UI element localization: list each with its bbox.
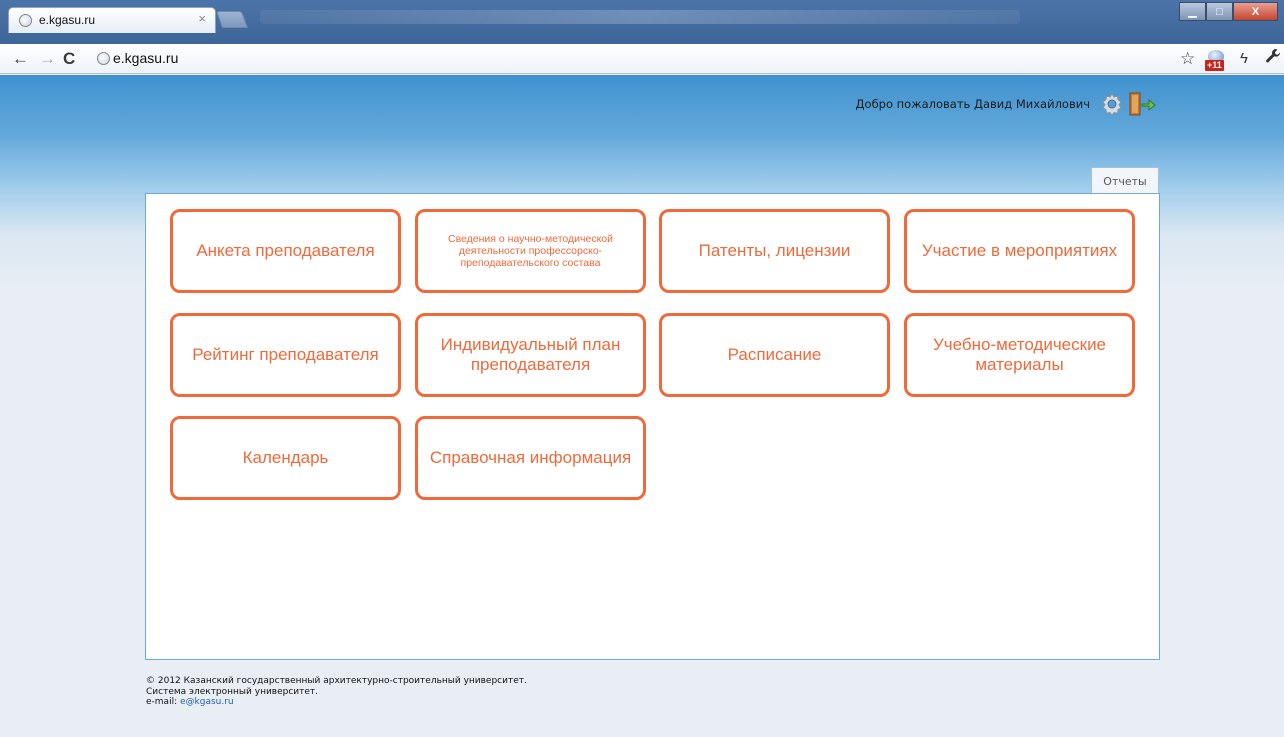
main-panel: Анкета преподавателя Сведения о научно-м… <box>145 193 1160 660</box>
tab-close-button[interactable]: × <box>198 11 206 26</box>
tile-scientific-activity[interactable]: Сведения о научно-методической деятельно… <box>415 209 646 293</box>
back-icon[interactable]: ← <box>12 49 29 69</box>
tab-title: e.kgasu.ru <box>39 13 96 27</box>
logout-icon[interactable] <box>1128 91 1158 117</box>
footer: © 2012 Казанский государственный архитек… <box>146 676 527 708</box>
flash-icon[interactable]: ϟ <box>1240 48 1248 70</box>
tile-individual-plan[interactable]: Индивидуальный план преподавателя <box>415 313 646 397</box>
minimize-button[interactable]: ▁ <box>1179 2 1206 21</box>
tile-events-participation[interactable]: Участие в мероприятиях <box>904 209 1135 293</box>
reload-icon[interactable]: C <box>63 49 75 69</box>
tile-teaching-materials[interactable]: Учебно-методические материалы <box>904 313 1135 397</box>
window-controls: ▁ □ X <box>1179 2 1278 21</box>
tab-reports[interactable]: Отчеты <box>1091 167 1159 194</box>
bookmark-star-icon[interactable]: ☆ <box>1180 48 1195 70</box>
close-window-button[interactable]: X <box>1233 2 1278 21</box>
new-tab-button[interactable] <box>215 11 249 28</box>
browser-toolbar: ← → C e.kgasu.ru ☆ +11 ϟ <box>0 44 1284 74</box>
browser-tab[interactable]: e.kgasu.ru × <box>8 7 216 33</box>
extension-icon[interactable]: +11 <box>1205 49 1229 71</box>
globe-icon <box>19 14 32 27</box>
tile-teacher-profile[interactable]: Анкета преподавателя <box>170 209 401 293</box>
welcome-text: Добро пожаловать Давид Михайлович <box>855 97 1090 111</box>
footer-copyright: © 2012 Казанский государственный архитек… <box>146 676 527 686</box>
gear-icon[interactable] <box>1100 92 1124 117</box>
globe-icon <box>97 52 110 65</box>
maximize-button[interactable]: □ <box>1206 2 1233 21</box>
extension-badge: +11 <box>1205 60 1224 71</box>
browser-tabstrip: e.kgasu.ru × ▁ □ X <box>0 0 1284 44</box>
forward-icon[interactable]: → <box>39 49 56 69</box>
tile-teacher-rating[interactable]: Рейтинг преподавателя <box>170 313 401 397</box>
footer-email-link[interactable]: e@kgasu.ru <box>180 697 234 707</box>
footer-email-label: e-mail: <box>146 697 178 707</box>
wrench-icon[interactable] <box>1265 48 1281 71</box>
user-header: Добро пожаловать Давид Михайлович <box>856 91 1158 117</box>
tile-patents-licenses[interactable]: Патенты, лицензии <box>659 209 890 293</box>
footer-system: Система электронный университет. <box>146 686 319 697</box>
footer-email-line: e-mail: e@kgasu.ru <box>146 697 527 708</box>
tile-reference-info[interactable]: Справочная информация <box>415 416 646 500</box>
tile-schedule[interactable]: Расписание <box>659 313 890 397</box>
tile-calendar[interactable]: Календарь <box>170 416 401 500</box>
address-bar[interactable]: e.kgasu.ru <box>113 50 178 66</box>
window-title-bar <box>260 10 1020 24</box>
page-body: Добро пожаловать Давид Михайлович Отчеты… <box>0 75 1284 737</box>
